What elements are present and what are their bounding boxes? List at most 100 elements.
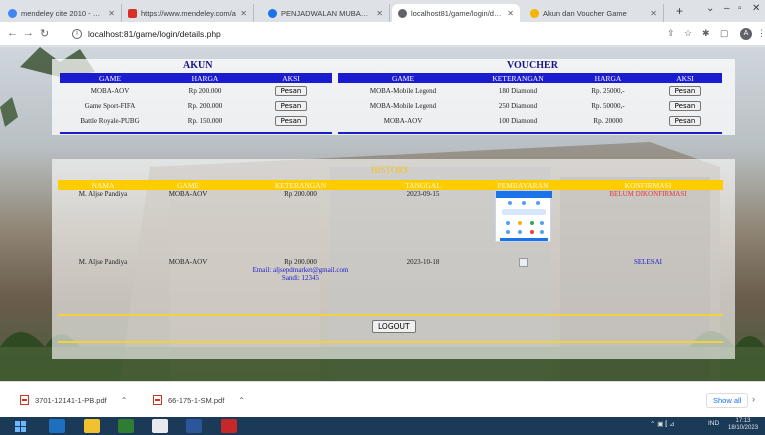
col-header-pembayaran: PEMBAYARAN [473,180,573,190]
broken-image-icon[interactable] [518,258,528,267]
url-text: localhost:81/game/login/details.php [88,29,221,39]
show-all-button[interactable]: Show all [706,393,749,408]
download-item[interactable]: 66-175-1-SM.pdf ⌃ [153,395,245,405]
download-filename: 3701-12141-1-PB.pdf [35,395,107,405]
language-indicator[interactable]: IND [708,420,719,427]
history-konfirmasi: SELESAI [634,258,662,266]
google-icon [8,8,17,18]
word-icon[interactable] [186,419,202,433]
history-game: MOBA-AOV [168,190,208,198]
app-icon[interactable] [221,419,237,433]
voucher-keterangan: 180 Diamond [498,86,538,95]
voucher-keterangan: 100 Diamond [498,116,538,125]
info-icon[interactable]: i [72,29,82,39]
restore-icon[interactable]: ▫ [738,3,742,14]
chevron-down-icon[interactable]: ⌄ [706,3,714,14]
table-row: Battle Royale-PUBG Rp. 150.000 Pesan [60,113,332,128]
browser-tab[interactable]: PENJADWALAN MUBALIGH C ✕ [262,4,390,22]
akun-game: Battle Royale-PUBG [80,116,140,125]
profile-avatar[interactable]: A [740,28,752,40]
akun-header-row: GAME HARGA AKSI [60,73,332,83]
history-title: HISTORY [371,165,410,175]
star-icon[interactable]: ☆ [684,28,692,39]
akun-divider [60,132,332,134]
browser-tab[interactable]: Akun dan Voucher Game ✕ [524,4,664,22]
browser-tab[interactable]: mendeley cite 2010 - Penelusu ✕ [2,4,122,22]
tray-icons[interactable]: ⌃ ▣ ⫿ ⊿ [650,420,675,429]
logout-button[interactable]: LOGOUT [372,320,416,333]
col-header-game: GAME [148,180,228,190]
minimize-icon[interactable]: – [724,3,730,14]
close-icon[interactable]: ✕ [376,9,383,18]
col-header-game: GAME [60,73,160,83]
tab-label: mendeley cite 2010 - Penelusu [21,8,104,18]
history-nama: M. Aljse Pandiya [78,258,128,266]
payment-proof-image[interactable] [495,190,552,242]
browser-tab[interactable]: https://www.mendeley.com/a ✕ [122,4,254,22]
pesan-button[interactable]: Pesan [668,100,702,111]
chevron-up-icon[interactable]: ⌃ [238,396,245,405]
history-divider [58,314,723,316]
close-icon[interactable]: ✕ [650,9,657,18]
clock-date: 18/10/2023 [728,425,759,431]
close-icon[interactable]: › [752,394,755,404]
chevron-up-icon[interactable]: ⌃ [121,396,128,405]
browser-toolbar: ← → ↻ i localhost:81/game/login/details.… [0,22,765,46]
col-header-aksi: AKSI [250,73,332,83]
close-window-icon[interactable]: ✕ [752,3,760,14]
voucher-header-row: GAME KETERANGAN HARGA AKSI [338,73,722,83]
pesan-button[interactable]: Pesan [668,85,702,96]
tab-label: localhost81/game/login/deta [411,8,504,18]
download-item[interactable]: 3701-12141-1-PB.pdf ⌃ [20,395,127,405]
downloads-bar: 3701-12141-1-PB.pdf ⌃ 66-175-1-SM.pdf ⌃ … [0,381,765,417]
address-bar[interactable]: i localhost:81/game/login/details.php [72,26,632,42]
voucher-title: VOUCHER [507,60,558,71]
store-icon[interactable] [118,419,134,433]
back-icon[interactable]: ← [7,27,18,39]
col-header-harga: HARGA [568,73,648,83]
history-keterangan-cell: Rp 200.000 Email: aljsepdmarket@gmail.co… [228,250,373,298]
table-row: Game Sport-FIFA Rp. 200.000 Pesan [60,98,332,113]
site-icon [530,8,539,18]
windows-taskbar: ⌃ ▣ ⫿ ⊿ IND 17:13 18/10/2023 [0,417,765,435]
close-icon[interactable]: ✕ [240,9,247,18]
pesan-button[interactable]: Pesan [274,115,308,126]
table-row: MOBA-AOV Rp 200.000 Pesan [60,83,332,98]
logout-divider [58,341,723,343]
pesan-button[interactable]: Pesan [274,85,308,96]
akun-game: Game Sport-FIFA [84,101,136,110]
close-icon[interactable]: ✕ [108,9,115,18]
tab-label: Akun dan Voucher Game [543,8,627,18]
reload-icon[interactable]: ↻ [40,27,49,40]
browser-tab-strip: mendeley cite 2010 - Penelusu ✕ https://… [0,0,765,22]
share-icon[interactable]: ⇪ [667,28,675,39]
windows-start-icon[interactable] [14,419,28,433]
site-icon [268,8,277,18]
forward-icon[interactable]: → [23,27,34,39]
col-header-harga: HARGA [160,73,250,83]
voucher-harga: Rp. 20000 [593,116,623,125]
pesan-button[interactable]: Pesan [668,115,702,126]
voucher-game: MOBA-Mobile Legend [369,101,437,110]
akun-table: GAME HARGA AKSI MOBA-AOV Rp 200.000 Pesa… [60,73,332,128]
chrome-icon[interactable] [152,419,168,433]
history-keterangan: Rp 200.000 [284,258,317,266]
menu-icon[interactable]: ⋮ [757,28,765,39]
col-header-tanggal: TANGGAL [373,180,473,190]
browser-tab-active[interactable]: localhost81/game/login/deta ✕ [392,4,520,22]
history-game: MOBA-AOV [168,258,208,266]
new-tab-icon[interactable]: + [676,4,683,18]
extensions-icon[interactable]: ✱ [702,28,710,39]
clock[interactable]: 17:13 18/10/2023 [728,418,758,432]
payment-proof-cell [473,190,573,250]
history-tanggal: 2023-10-18 [406,258,440,266]
sidebar-icon[interactable]: ▢ [720,28,729,39]
col-header-konfirmasi: KONFIRMASI [573,180,723,190]
file-explorer-icon[interactable] [84,419,100,433]
clock-time: 17:13 [735,418,751,424]
close-icon[interactable]: ✕ [507,9,514,18]
pesan-button[interactable]: Pesan [274,100,308,111]
akun-harga: Rp. 150.000 [187,116,223,125]
col-header-nama: NAMA [58,180,148,190]
edge-icon[interactable] [49,419,65,433]
